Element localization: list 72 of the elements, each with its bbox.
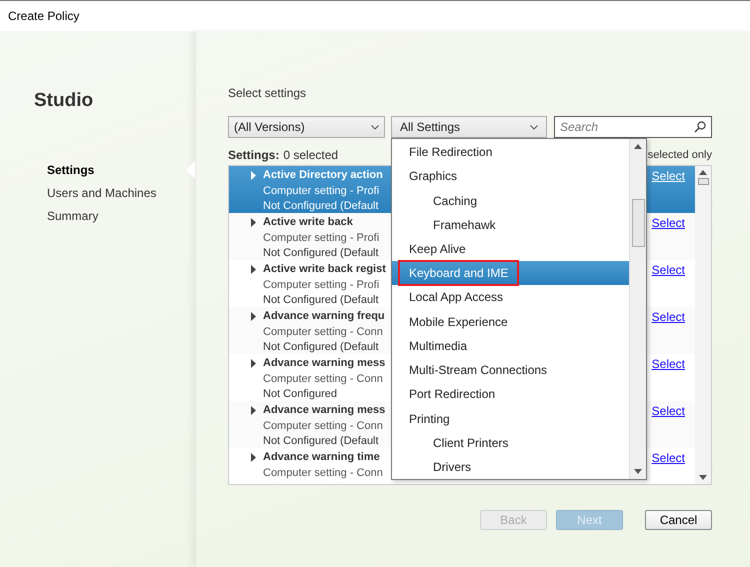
category-option[interactable]: Client Printers (392, 430, 629, 455)
category-option[interactable]: Multimedia (392, 334, 629, 358)
list-scrollbar[interactable] (695, 166, 711, 484)
select-link[interactable]: Select (652, 355, 685, 401)
setting-state: Not Configured (Default (263, 246, 379, 261)
scroll-up-icon[interactable] (634, 144, 642, 149)
version-dropdown[interactable]: (All Versions) (228, 116, 385, 138)
chevron-down-icon (530, 124, 538, 130)
setting-name: Advance warning mess (263, 403, 386, 418)
scroll-thumb[interactable] (698, 178, 708, 185)
setting-name: Active write back (263, 215, 353, 230)
select-link[interactable]: Select (652, 402, 685, 448)
setting-type: Computer setting - Profi (263, 278, 380, 292)
select-link[interactable]: Select (652, 308, 685, 354)
setting-state: Not Configured (Default (263, 340, 379, 355)
search-input[interactable]: Search (560, 118, 694, 136)
category-option[interactable]: Graphics (392, 164, 629, 188)
category-option[interactable]: Port Redirection (392, 382, 629, 406)
setting-state: Not Configured (Default (263, 434, 379, 449)
category-option[interactable]: Caching (392, 188, 629, 213)
expand-icon[interactable] (251, 406, 257, 415)
select-link[interactable]: Select (652, 261, 685, 307)
nav-item[interactable]: Users and Machines (47, 184, 156, 202)
select-link[interactable]: Select (652, 449, 685, 484)
menu-scrollbar[interactable] (629, 139, 646, 479)
category-dropdown[interactable]: All Settings (391, 116, 547, 138)
settings-count: 0 selected (283, 147, 338, 164)
setting-type: Computer setting - Conn (263, 418, 383, 434)
setting-type: Computer setting - Profi (263, 230, 380, 246)
scroll-down-icon[interactable] (634, 469, 642, 474)
section-heading: Select settings (228, 85, 308, 102)
category-option[interactable]: Drivers (392, 454, 629, 479)
nav-item[interactable]: Settings (47, 160, 94, 178)
scroll-up-icon[interactable] (699, 170, 707, 175)
setting-name: Advance warning frequ (263, 309, 385, 324)
category-option[interactable]: Framehawk (392, 212, 629, 237)
setting-type: Computer setting - Profi (263, 184, 380, 198)
setting-name: Advance warning time (263, 450, 380, 465)
setting-type: Computer setting - Conn (263, 372, 383, 386)
expand-icon[interactable] (251, 265, 257, 274)
category-option[interactable]: Local App Access (392, 285, 629, 310)
search-icon[interactable] (694, 121, 706, 133)
category-option[interactable]: Multi-Stream Connections (392, 358, 629, 382)
select-link[interactable]: Select (652, 214, 685, 260)
nav-item[interactable]: Summary (47, 206, 98, 224)
setting-state: Not Configured (263, 387, 337, 402)
scroll-thumb[interactable] (632, 199, 644, 247)
setting-type: Computer setting - Conn (263, 324, 383, 340)
search-field[interactable]: Search (554, 116, 712, 138)
category-option[interactable]: Printing (392, 406, 629, 431)
category-option[interactable]: Keep Alive (392, 236, 629, 262)
category-option[interactable]: Keyboard and IME (392, 261, 629, 286)
category-option[interactable]: Mobile Experience (392, 310, 629, 334)
selection-notch (186, 160, 195, 178)
setting-type: Computer setting - Conn (263, 466, 383, 480)
window-title: Create Policy (8, 8, 80, 25)
expand-icon[interactable] (251, 312, 257, 321)
category-option[interactable]: File Redirection (392, 140, 629, 164)
wizard-button[interactable]: Cancel (645, 510, 712, 530)
setting-state: Not Configured (Default (263, 199, 379, 214)
expand-icon[interactable] (251, 218, 257, 227)
app-title: Studio (34, 89, 94, 113)
settings-count-label: Settings: (228, 147, 280, 164)
setting-name: Advance warning mess (263, 356, 386, 371)
setting-name: Active Directory action (263, 168, 383, 183)
scroll-down-icon[interactable] (699, 475, 707, 480)
show-selected-label: selected only (648, 148, 712, 163)
expand-icon[interactable] (251, 359, 257, 368)
setting-state: Not Configured (Default (263, 293, 379, 308)
expand-icon[interactable] (251, 453, 257, 462)
setting-name: Active write back regist (263, 262, 386, 277)
chevron-down-icon (371, 124, 379, 130)
